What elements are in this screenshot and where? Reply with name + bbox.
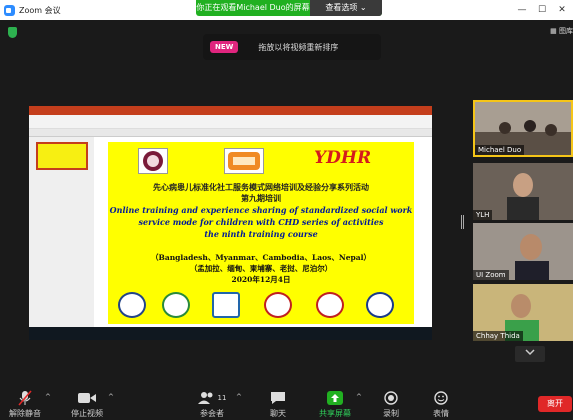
- slide-en-line-1: Online training and experience sharing o…: [109, 205, 413, 215]
- slide-en-line-3: the ninth training course: [204, 229, 318, 239]
- participant-name: UI Zoom: [473, 270, 509, 280]
- powerpoint-ribbon: [29, 115, 432, 129]
- emoji-icon: [434, 390, 448, 405]
- window-title: Zoom 会议: [19, 5, 61, 15]
- slide-cn-title: 先心病患儿标准化社工服务模式网络培训及经验分享系列活动: [153, 182, 369, 192]
- slide-en-line-2: service mode for children with CHD serie…: [138, 217, 384, 227]
- slide-date: 2020年12月4日: [231, 275, 291, 284]
- close-button[interactable]: ✕: [552, 0, 572, 20]
- chat-button[interactable]: 聊天: [253, 389, 303, 419]
- maximize-button[interactable]: ☐: [532, 0, 552, 20]
- participant-name: Michael Duo: [475, 145, 525, 155]
- slide-thumbnail-pane: [29, 137, 94, 327]
- gallery-view-button[interactable]: ▦ 图库: [550, 26, 573, 36]
- slide-thumbnail: [36, 142, 88, 170]
- video-camera-icon: [78, 392, 96, 403]
- chat-label: 聊天: [270, 409, 286, 418]
- slide-countries-cn: （孟加拉、缅甸、柬埔寨、老挝、尼泊尔）: [189, 264, 333, 273]
- org-logo-6: [366, 292, 394, 318]
- security-shield-icon[interactable]: [8, 27, 17, 38]
- share-screen-label: 共享屏幕: [319, 409, 351, 418]
- reactions-label: 表情: [433, 409, 449, 418]
- org-logo-3: [212, 292, 240, 318]
- stop-video-button[interactable]: 停止视频: [62, 389, 112, 419]
- reorder-toast: NEW 拖放以将视频重新排序: [203, 34, 381, 60]
- record-button[interactable]: 录制: [366, 389, 416, 419]
- collapse-panel-button[interactable]: [515, 346, 545, 362]
- audio-options-caret[interactable]: ^: [45, 393, 51, 401]
- participant-video[interactable]: UI Zoom: [473, 223, 573, 280]
- share-screen-icon: [327, 390, 343, 405]
- zoom-logo-icon: [4, 4, 15, 16]
- ydhr-logo: YDHR: [314, 148, 374, 174]
- stop-video-label: 停止视频: [71, 409, 103, 418]
- org-logo-5: [316, 292, 344, 318]
- screen-share-banner: 你正在观看Michael Duo的屏幕 查看选项 ⌄: [196, 0, 382, 16]
- powerpoint-ribbon-tabs: [29, 129, 432, 137]
- minimize-button[interactable]: —: [512, 0, 532, 20]
- panel-splitter-handle[interactable]: [461, 215, 464, 229]
- heart-org-logo: [138, 148, 168, 174]
- participants-options-caret[interactable]: ^: [236, 393, 242, 401]
- ydhr-logo-text: YDHR: [314, 148, 372, 168]
- participant-video[interactable]: Chhay Thida: [473, 284, 573, 341]
- video-options-caret[interactable]: ^: [108, 393, 114, 401]
- chevron-down-icon: [525, 349, 535, 356]
- powerpoint-titlebar: [29, 106, 432, 115]
- microphone-muted-icon: [18, 389, 32, 406]
- org-logo-2: [162, 292, 190, 318]
- share-banner-text: 你正在观看Michael Duo的屏幕: [196, 3, 310, 12]
- share-options-caret[interactable]: ^: [356, 393, 362, 401]
- participant-video[interactable]: YLH: [473, 163, 573, 220]
- participants-count: 11: [217, 393, 227, 402]
- leave-meeting-button[interactable]: 离开: [538, 396, 572, 412]
- participant-video[interactable]: Michael Duo: [473, 100, 573, 157]
- record-icon: [384, 390, 398, 405]
- participants-button[interactable]: 11 参会者: [187, 389, 237, 419]
- participants-icon: [197, 391, 213, 404]
- reactions-button[interactable]: 表情: [416, 389, 466, 419]
- toast-message: 拖放以将视频重新排序: [258, 42, 339, 52]
- participants-label: 参会者: [200, 409, 224, 418]
- share-screen-button[interactable]: 共享屏幕: [310, 389, 360, 419]
- org-logo-4: [264, 292, 292, 318]
- presentation-slide: YDHR 先心病患儿标准化社工服务模式网络培训及经验分享系列活动 第九期培训 O…: [108, 142, 414, 324]
- record-label: 录制: [383, 409, 399, 418]
- chat-icon: [271, 391, 285, 404]
- new-badge: NEW: [210, 41, 239, 53]
- slide-cn-subtitle: 第九期培训: [241, 193, 281, 203]
- shared-screen: YDHR 先心病患儿标准化社工服务模式网络培训及经验分享系列活动 第九期培训 O…: [29, 106, 432, 340]
- slide-countries-en: （Bangladesh、Myanmar、Cambodia、Laos、Nepal）: [151, 253, 371, 262]
- unmute-button[interactable]: 解除静音: [0, 389, 50, 419]
- participant-name: Chhay Thida: [473, 331, 523, 341]
- org-logo-1: [118, 292, 146, 318]
- windows-taskbar: [29, 327, 432, 340]
- view-options-button[interactable]: 查看选项 ⌄: [310, 0, 382, 16]
- partner-logo: [224, 148, 264, 174]
- unmute-label: 解除静音: [9, 409, 41, 418]
- participant-name: YLH: [473, 210, 493, 220]
